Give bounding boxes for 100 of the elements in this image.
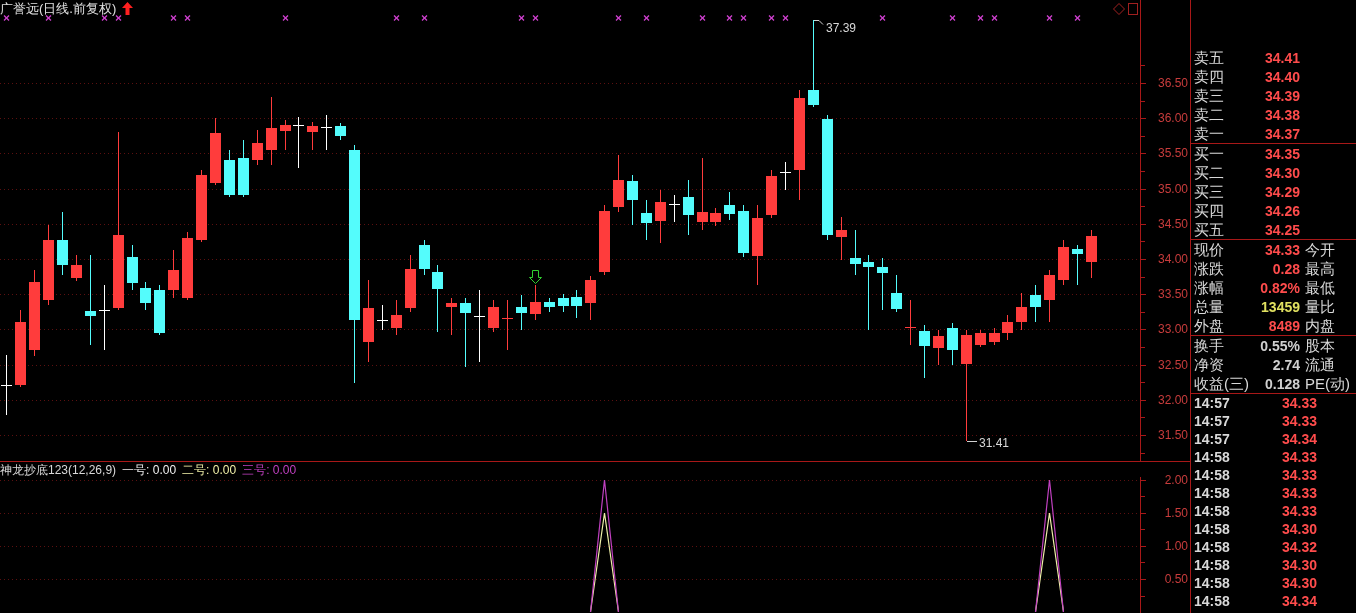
quote-value: 8489 xyxy=(1267,318,1300,333)
quote-label: 收益(三) xyxy=(1193,376,1249,391)
tick-price: 34.30 xyxy=(1280,576,1318,590)
candlestick xyxy=(710,207,721,227)
candlestick xyxy=(1044,269,1055,323)
tick-price: 34.33 xyxy=(1280,396,1318,410)
leader-line xyxy=(966,441,978,442)
candlestick xyxy=(919,324,930,379)
cross-marker-icon xyxy=(768,14,775,22)
order-book-value: 34.39 xyxy=(1263,88,1300,103)
order-book-label: 卖三 xyxy=(1193,88,1224,103)
candlestick xyxy=(405,254,416,313)
candlestick xyxy=(627,174,638,226)
candlestick xyxy=(530,284,541,321)
order-book-label: 卖五 xyxy=(1193,50,1224,65)
quote-label: 流通 xyxy=(1305,357,1335,372)
tick-price: 34.30 xyxy=(1280,558,1318,572)
quote-value: 0.128 xyxy=(1263,376,1300,391)
candlestick xyxy=(585,275,596,321)
chart-title: 广誉远(日线.前复权) xyxy=(0,2,117,15)
candlestick xyxy=(613,154,624,213)
candlestick xyxy=(321,114,332,151)
square-icon[interactable] xyxy=(1128,2,1138,15)
quote-value: 0.82% xyxy=(1259,280,1300,295)
cross-marker-icon xyxy=(726,14,733,22)
order-book-value: 34.25 xyxy=(1263,222,1300,237)
up-arrow-icon xyxy=(122,2,134,15)
candlestick xyxy=(252,129,263,166)
candlestick xyxy=(210,117,221,186)
cross-marker-icon xyxy=(170,14,177,22)
candlestick xyxy=(877,257,888,311)
quote-value: 0.55% xyxy=(1259,338,1300,353)
cross-marker-icon xyxy=(518,14,525,22)
candlestick xyxy=(1086,229,1097,279)
candlestick xyxy=(224,149,235,198)
tick-price: 34.33 xyxy=(1280,486,1318,500)
order-book-value: 34.35 xyxy=(1263,146,1300,161)
cross-marker-icon xyxy=(949,14,956,22)
quote-label: PE(动) xyxy=(1305,376,1350,391)
candlestick xyxy=(446,297,457,336)
candlestick xyxy=(377,304,388,331)
candlestick xyxy=(71,254,82,282)
candlestick xyxy=(140,281,151,311)
quote-label: 最低 xyxy=(1305,280,1335,295)
quote-label: 总量 xyxy=(1193,299,1224,314)
candlestick xyxy=(1002,314,1013,341)
candlestick xyxy=(182,231,193,301)
quote-label: 涨幅 xyxy=(1193,280,1224,295)
candlestick xyxy=(154,284,165,336)
quote-label: 换手 xyxy=(1193,338,1224,353)
axis-label: 34.50 xyxy=(1157,217,1188,231)
candlestick xyxy=(238,139,249,198)
axis-label: 32.00 xyxy=(1157,393,1188,407)
cross-marker-icon xyxy=(740,14,747,22)
candlestick xyxy=(335,122,346,141)
tick-price: 34.34 xyxy=(1280,594,1318,608)
tick-price: 34.30 xyxy=(1280,522,1318,536)
candlestick xyxy=(266,96,277,166)
price-label: 31.41 xyxy=(979,435,1010,450)
candlestick xyxy=(989,327,1000,346)
diamond-icon[interactable] xyxy=(1113,2,1125,15)
order-book-label: 买三 xyxy=(1193,184,1224,199)
order-book-value: 34.37 xyxy=(1263,126,1300,141)
quote-label: 股本 xyxy=(1305,338,1335,353)
candlestick xyxy=(669,194,680,223)
quote-value: 2.74 xyxy=(1271,357,1300,372)
candlestick xyxy=(780,161,791,191)
order-book-label: 卖二 xyxy=(1193,107,1224,122)
candlestick xyxy=(655,189,666,244)
order-book-label: 买二 xyxy=(1193,165,1224,180)
cross-marker-icon xyxy=(615,14,622,22)
axis-label: 35.50 xyxy=(1157,146,1188,160)
axis-label: 1.50 xyxy=(1164,506,1188,520)
axis-label: 32.50 xyxy=(1157,358,1188,372)
candlestick xyxy=(558,293,569,313)
candlestick xyxy=(724,191,735,221)
cross-marker-icon xyxy=(393,14,400,22)
price-label: 37.39 xyxy=(826,20,857,35)
candlestick xyxy=(1072,244,1083,286)
order-book-label: 买一 xyxy=(1193,146,1224,161)
candlestick xyxy=(488,299,499,333)
quote-value: 0.28 xyxy=(1271,261,1300,276)
tick-time: 14:58 xyxy=(1193,450,1230,464)
order-book-label: 卖四 xyxy=(1193,69,1224,84)
tick-time: 14:57 xyxy=(1193,432,1230,446)
candlestick xyxy=(502,299,513,351)
cross-marker-icon xyxy=(282,14,289,22)
candlestick xyxy=(99,284,110,351)
candlestick xyxy=(766,169,777,219)
candlestick xyxy=(391,299,402,336)
order-book-label: 卖一 xyxy=(1193,126,1224,141)
order-book-value: 34.40 xyxy=(1263,69,1300,84)
candlestick xyxy=(891,274,902,313)
order-book-value: 34.26 xyxy=(1263,203,1300,218)
tick-time: 14:58 xyxy=(1193,540,1230,554)
order-book-value: 34.41 xyxy=(1263,50,1300,65)
candlestick xyxy=(905,299,916,346)
candlestick xyxy=(516,294,527,331)
cross-marker-icon xyxy=(1074,14,1081,22)
order-book-value: 34.30 xyxy=(1263,165,1300,180)
